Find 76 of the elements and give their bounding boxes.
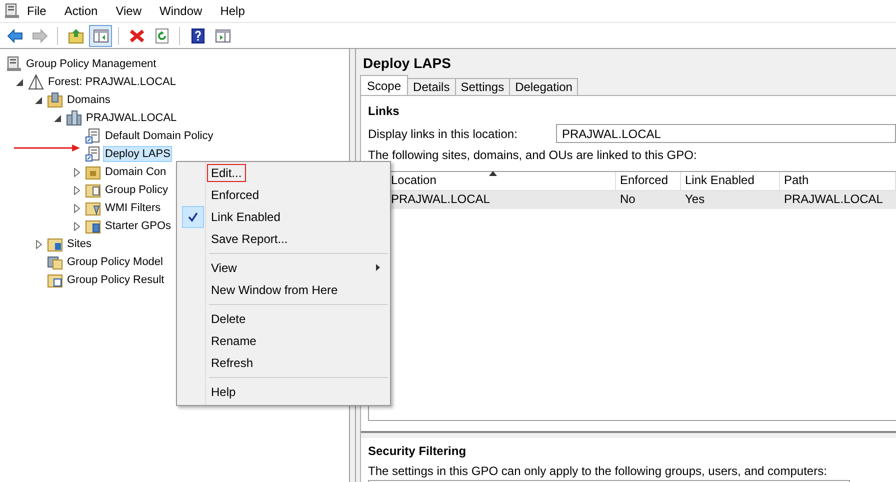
- tree-item[interactable]: Sites: [65, 236, 94, 252]
- tree-item[interactable]: Group Policy Result: [65, 272, 166, 288]
- document-link-icon: [85, 146, 101, 162]
- location-field[interactable]: PRAJWAL.LOCAL: [556, 124, 896, 143]
- table-cell-text: PRAJWAL.LOCAL: [783, 191, 884, 208]
- tab[interactable]: Scope: [360, 75, 408, 95]
- server-icon: [66, 110, 82, 126]
- menu-item[interactable]: Save Report...: [179, 228, 388, 250]
- table-cell-text: No: [619, 191, 636, 208]
- forward-arrow-icon: [32, 28, 48, 44]
- menu-item[interactable]: File: [20, 2, 54, 20]
- tree-item[interactable]: Default Domain Policy: [103, 128, 216, 144]
- tree-item[interactable]: WMI Filters: [103, 200, 163, 216]
- menu-item[interactable]: Delete: [179, 308, 388, 330]
- tab[interactable]: Delegation: [509, 78, 578, 95]
- menu-item[interactable]: New Window from Here: [179, 279, 388, 301]
- column-header[interactable]: Path: [780, 172, 896, 190]
- expanded-arrow-icon[interactable]: [54, 114, 61, 122]
- tab[interactable]: Settings: [454, 78, 510, 95]
- pane-title: Deploy LAPS: [363, 55, 452, 71]
- tree-item[interactable]: PRAJWAL.LOCAL: [84, 110, 179, 126]
- table-cell-text: PRAJWAL.LOCAL: [390, 191, 491, 208]
- column-header[interactable]: Enforced: [616, 172, 681, 190]
- tree-item[interactable]: Group Policy Management: [24, 56, 158, 72]
- folder-up-icon: [68, 28, 84, 44]
- tree-item[interactable]: Domains: [65, 92, 112, 108]
- modeling-icon: [47, 254, 63, 270]
- menu-item[interactable]: Window: [152, 2, 210, 20]
- description-text: The following sites, domains, and OUs are linked to this GPO:: [368, 148, 698, 162]
- menu-item[interactable]: View: [108, 2, 148, 20]
- pane-icon: [92, 28, 108, 44]
- pane-splitter[interactable]: [361, 431, 896, 438]
- checkmark-icon: [188, 212, 198, 222]
- triangle-icon: [28, 74, 44, 90]
- collapsed-arrow-icon[interactable]: [36, 240, 42, 248]
- tree-item[interactable]: Domain Con: [103, 164, 168, 180]
- folder-icon: [85, 200, 101, 216]
- section-heading: Security Filtering: [368, 444, 468, 458]
- help-icon: [190, 28, 206, 44]
- section-heading: Links: [368, 104, 400, 118]
- back-arrow-icon: [6, 28, 22, 44]
- collapsed-arrow-icon[interactable]: [74, 222, 80, 230]
- tree-item[interactable]: Forest: PRAJWAL.LOCAL: [46, 74, 178, 90]
- collapsed-arrow-icon[interactable]: [74, 168, 80, 176]
- menu-item[interactable]: Refresh: [179, 352, 388, 374]
- folder-icon: [85, 218, 101, 234]
- menu-item[interactable]: Action: [57, 2, 105, 20]
- expanded-arrow-icon[interactable]: [35, 96, 42, 104]
- folder-icon: [47, 236, 63, 252]
- field-label: Display links in this location:: [368, 126, 518, 140]
- console-icon: [6, 56, 22, 72]
- menu-item[interactable]: Link Enabled: [179, 206, 388, 228]
- menu-item[interactable]: Help: [179, 381, 388, 403]
- delete-icon: [128, 28, 144, 44]
- folder-icon: [47, 92, 63, 108]
- collapsed-arrow-icon[interactable]: [74, 186, 80, 194]
- tree-item[interactable]: Group Policy Model: [65, 254, 165, 270]
- table-cell-text: Yes: [684, 191, 706, 208]
- expanded-arrow-icon[interactable]: [16, 78, 23, 86]
- menu-item[interactable]: Rename: [179, 330, 388, 352]
- refresh-icon: [154, 28, 170, 44]
- folder-icon: [47, 272, 63, 288]
- pointer-arrow: [14, 144, 80, 152]
- menu-item[interactable]: Help: [213, 2, 252, 20]
- tree-item[interactable]: Group Policy: [103, 182, 170, 198]
- description-text: The settings in this GPO can only apply to the following groups, users, and computers:: [368, 464, 828, 478]
- console-icon: [4, 3, 20, 19]
- column-header[interactable]: Link Enabled: [681, 172, 780, 190]
- tree-item[interactable]: Starter GPOs: [103, 218, 174, 234]
- menu-item[interactable]: View: [179, 257, 388, 279]
- document-link-icon: [85, 128, 101, 144]
- folder-icon: [85, 182, 101, 198]
- collapsed-arrow-icon[interactable]: [74, 204, 80, 212]
- pane-icon: [214, 28, 230, 44]
- folder-icon: [85, 164, 101, 180]
- tree-item[interactable]: Deploy LAPS: [103, 146, 172, 162]
